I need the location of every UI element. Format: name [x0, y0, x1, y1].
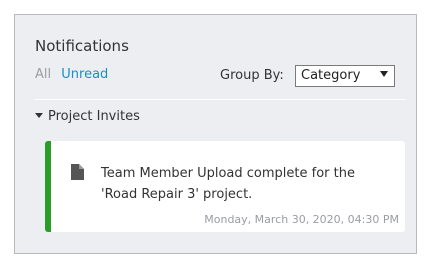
filter-unread-tab[interactable]: Unread [61, 67, 108, 82]
group-header-project-invites[interactable]: Project Invites [35, 109, 140, 124]
group-header-label: Project Invites [48, 109, 140, 124]
group-by-selected-value: Category [301, 68, 361, 83]
notifications-panel: Notifications All Unread Group By: Categ… [14, 14, 417, 254]
notification-card[interactable]: Team Member Upload complete for the 'Roa… [45, 141, 405, 232]
notification-message: Team Member Upload complete for the 'Roa… [101, 166, 355, 202]
group-by-label: Group By: [220, 68, 284, 83]
panel-title: Notifications [35, 37, 129, 55]
dropdown-arrow-icon [380, 71, 388, 77]
notification-timestamp: Monday, March 30, 2020, 04:30 PM [204, 213, 399, 226]
group-by-select[interactable]: Category [295, 65, 395, 87]
divider [35, 99, 405, 100]
document-icon [71, 164, 84, 184]
filter-all-tab[interactable]: All [35, 67, 51, 82]
filter-tabs: All Unread [35, 67, 108, 82]
caret-down-icon [35, 113, 43, 118]
